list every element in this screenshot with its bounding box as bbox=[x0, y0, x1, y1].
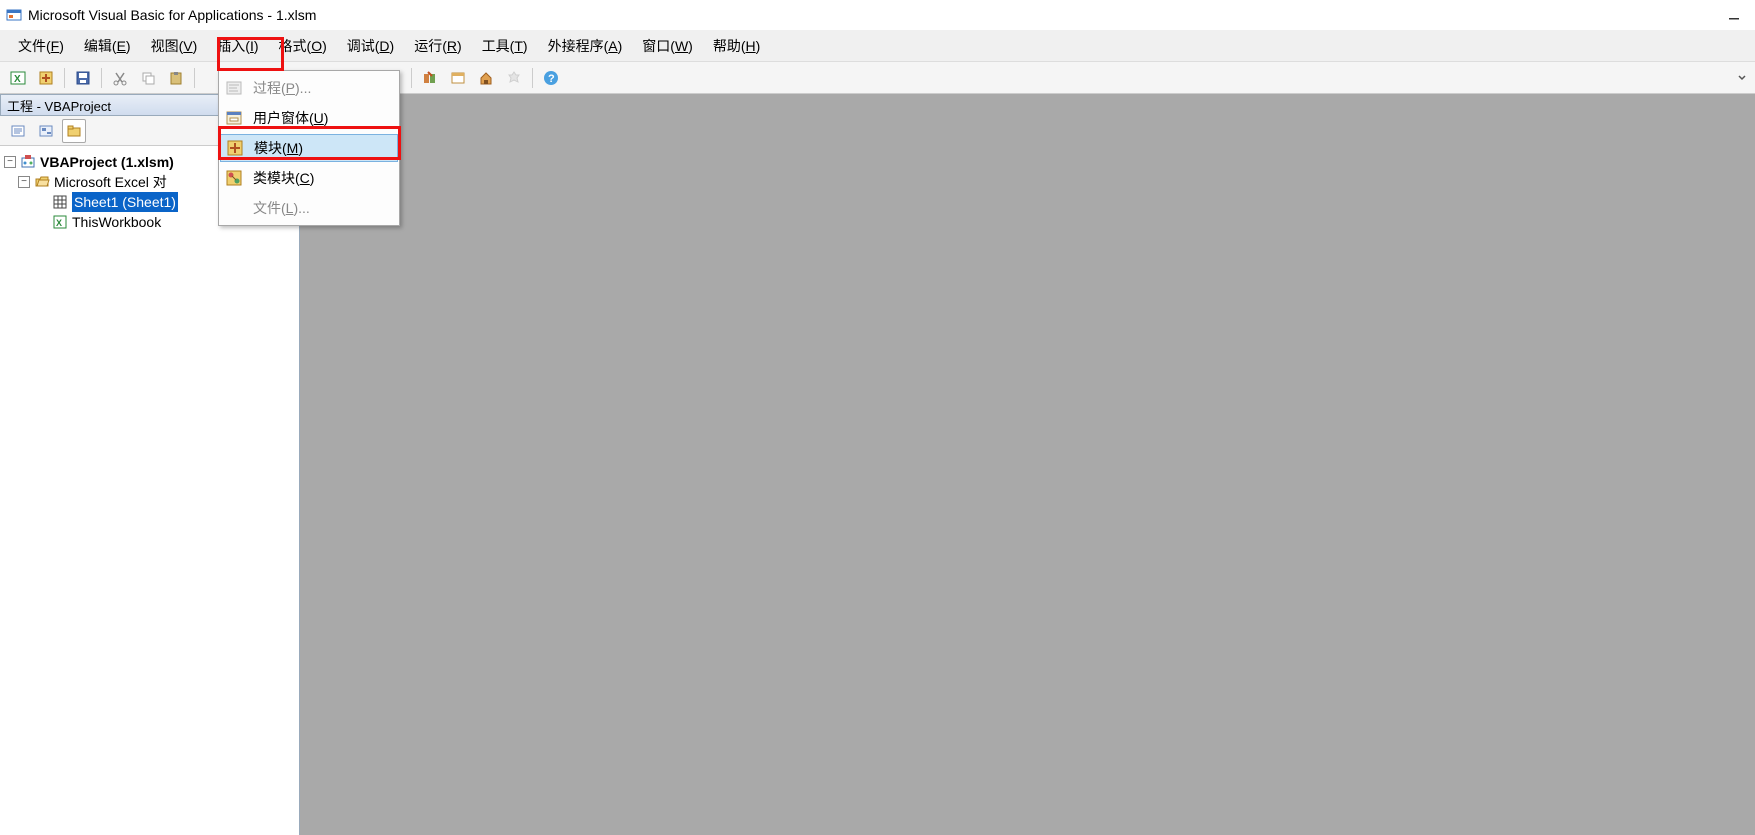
file-icon bbox=[223, 197, 245, 219]
project-icon bbox=[20, 154, 36, 170]
menu-format[interactable]: 格式(O) bbox=[269, 32, 337, 60]
menu-tools[interactable]: 工具(T) bbox=[472, 32, 538, 60]
tree-sheet-label: Sheet1 (Sheet1) bbox=[72, 192, 178, 212]
insert-module-item[interactable]: 模块(M) bbox=[220, 134, 398, 162]
insert-button[interactable] bbox=[34, 66, 58, 90]
menu-view[interactable]: 视图(V) bbox=[141, 32, 208, 60]
classmodule-icon bbox=[223, 167, 245, 189]
view-object-button[interactable] bbox=[34, 119, 58, 143]
insert-classmodule-item[interactable]: 类模块(C) bbox=[219, 163, 399, 193]
insert-file-item: 文件(L)... bbox=[219, 193, 399, 223]
tree-project-label: VBAProject (1.xlsm) bbox=[40, 152, 174, 172]
toolbar-separator bbox=[101, 68, 102, 88]
insert-userform-label: 用户窗体(U) bbox=[253, 108, 328, 128]
menu-file[interactable]: 文件(F) bbox=[8, 32, 74, 60]
procedure-icon bbox=[223, 77, 245, 99]
tree-folder-label: Microsoft Excel 对 bbox=[54, 172, 167, 192]
menu-help[interactable]: 帮助(H) bbox=[703, 32, 770, 60]
module-icon bbox=[224, 137, 246, 159]
menu-bar: 文件(F) 编辑(E) 视图(V) 插入(I) 格式(O) 调试(D) 运行(R… bbox=[0, 30, 1755, 62]
menu-run[interactable]: 运行(R) bbox=[404, 32, 471, 60]
properties-button[interactable] bbox=[502, 66, 526, 90]
window-title: Microsoft Visual Basic for Applications … bbox=[28, 7, 316, 23]
svg-text:?: ? bbox=[548, 73, 555, 85]
toggle-folders-button[interactable] bbox=[62, 119, 86, 143]
menu-edit[interactable]: 编辑(E) bbox=[74, 32, 141, 60]
toolbar-overflow-icon[interactable] bbox=[1737, 70, 1747, 86]
toolbar-separator bbox=[411, 68, 412, 88]
view-code-button[interactable] bbox=[6, 119, 30, 143]
copy-button[interactable] bbox=[136, 66, 160, 90]
minimize-button[interactable] bbox=[1719, 0, 1749, 30]
workbook-icon: X bbox=[52, 214, 68, 230]
references-button[interactable] bbox=[418, 66, 442, 90]
mdi-client-area bbox=[300, 94, 1755, 835]
insert-procedure-label: 过程(P)... bbox=[253, 78, 311, 98]
insert-dropdown-menu: 过程(P)... 用户窗体(U) 模块(M) 类模块(C) 文件(L)... bbox=[218, 70, 400, 226]
help-button[interactable]: ? bbox=[539, 66, 563, 90]
menu-window[interactable]: 窗口(W) bbox=[632, 32, 703, 60]
menu-addins[interactable]: 外接程序(A) bbox=[538, 32, 633, 60]
userform-icon bbox=[223, 107, 245, 129]
save-button[interactable] bbox=[71, 66, 95, 90]
object-browser-button[interactable] bbox=[446, 66, 470, 90]
menu-insert[interactable]: 插入(I) bbox=[207, 32, 268, 60]
app-icon bbox=[6, 7, 22, 23]
collapse-icon[interactable]: − bbox=[18, 176, 30, 188]
cut-button[interactable] bbox=[108, 66, 132, 90]
toolbar-separator bbox=[532, 68, 533, 88]
insert-file-label: 文件(L)... bbox=[253, 198, 310, 218]
paste-button[interactable] bbox=[164, 66, 188, 90]
insert-module-label: 模块(M) bbox=[254, 138, 303, 158]
menu-debug[interactable]: 调试(D) bbox=[337, 32, 404, 60]
project-tree[interactable]: − VBAProject (1.xlsm) − Microsoft Excel … bbox=[0, 146, 299, 835]
insert-classmodule-label: 类模块(C) bbox=[253, 168, 314, 188]
folder-open-icon bbox=[34, 174, 50, 190]
insert-procedure-item: 过程(P)... bbox=[219, 73, 399, 103]
svg-text:X: X bbox=[14, 74, 21, 85]
svg-text:X: X bbox=[56, 218, 62, 228]
toolbar-separator bbox=[194, 68, 195, 88]
title-bar: Microsoft Visual Basic for Applications … bbox=[0, 0, 1755, 30]
insert-userform-item[interactable]: 用户窗体(U) bbox=[219, 103, 399, 133]
toolbox-button[interactable] bbox=[474, 66, 498, 90]
tree-workbook-label: ThisWorkbook bbox=[72, 212, 161, 232]
worksheet-icon bbox=[52, 194, 68, 210]
collapse-icon[interactable]: − bbox=[4, 156, 16, 168]
view-excel-button[interactable]: X bbox=[6, 66, 30, 90]
toolbar-separator bbox=[64, 68, 65, 88]
